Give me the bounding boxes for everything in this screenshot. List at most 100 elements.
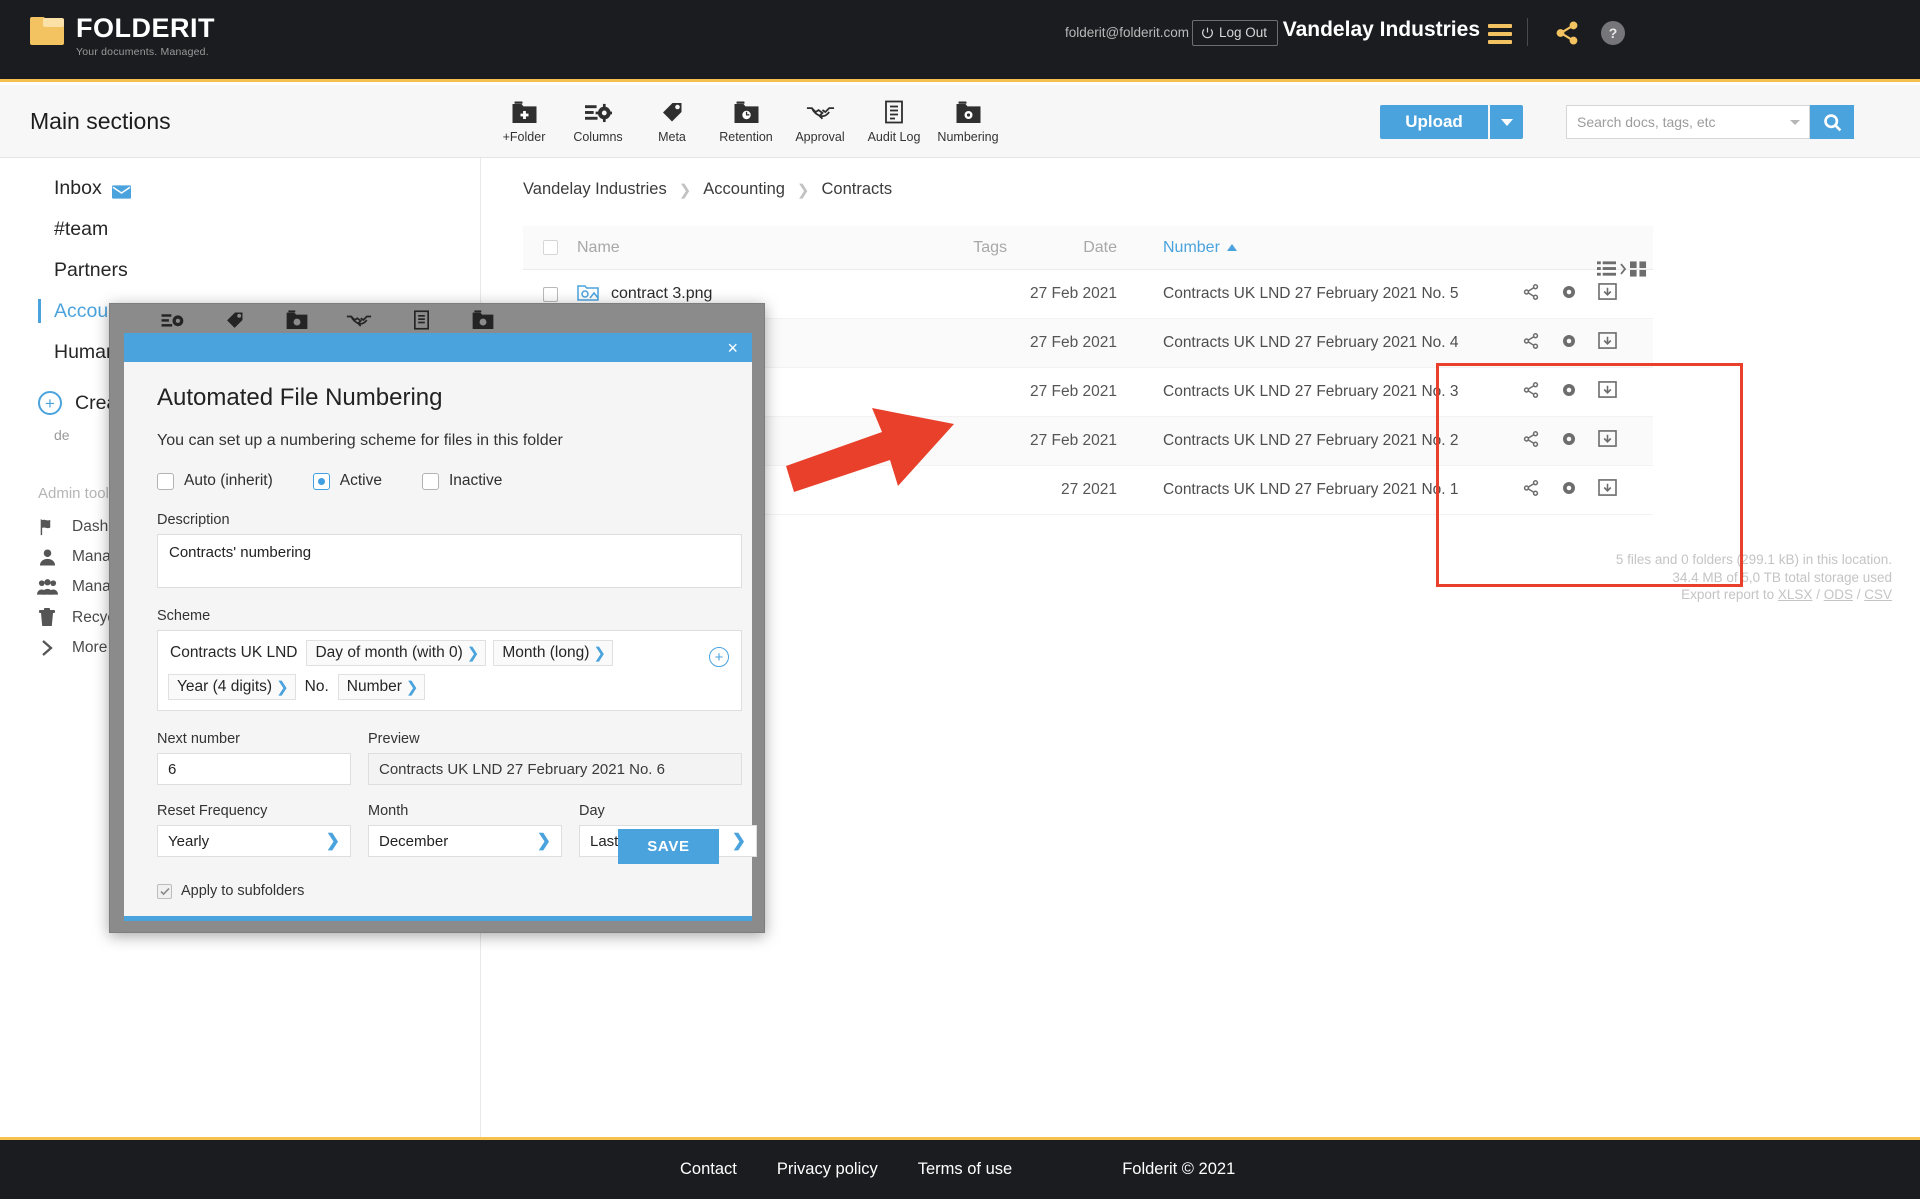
download-icon[interactable] — [1598, 380, 1617, 404]
column-header-name[interactable]: Name — [577, 239, 877, 257]
tool-label: Retention — [719, 130, 773, 144]
view-toggle[interactable] — [1597, 260, 1647, 277]
share-icon[interactable] — [1522, 283, 1540, 306]
users-icon — [36, 578, 58, 596]
gear-icon[interactable] — [1560, 430, 1578, 453]
next-number-input[interactable]: 6 — [157, 753, 351, 785]
breadcrumb-item-accounting[interactable]: Accounting — [703, 180, 785, 199]
save-button[interactable]: SAVE — [618, 829, 719, 864]
tool-folder-plus[interactable]: +Folder — [487, 93, 561, 144]
footer-link-terms[interactable]: Terms of use — [918, 1160, 1012, 1179]
share-icon[interactable] — [1522, 430, 1540, 453]
radio-auto-inherit[interactable]: Auto (inherit) — [157, 472, 273, 490]
download-icon[interactable] — [1598, 282, 1617, 306]
breadcrumb-item-org[interactable]: Vandelay Industries — [523, 180, 667, 199]
scheme-chip-day[interactable]: Day of month (with 0) ❯ — [306, 640, 487, 666]
share-icon[interactable] — [1522, 332, 1540, 355]
numbering-mode-radio-group: Auto (inherit) Active Inactive — [157, 472, 720, 490]
chevron-right-icon: ❯ — [466, 645, 480, 662]
share-icon[interactable] — [1522, 381, 1540, 404]
radio-label: Active — [339, 472, 382, 489]
radio-active[interactable]: Active — [312, 472, 382, 490]
modal-toolbar-peek — [124, 306, 752, 333]
select-all-checkbox[interactable] — [523, 240, 577, 255]
sidebar-item-partners[interactable]: Partners — [0, 250, 480, 291]
share-icon[interactable] — [1522, 479, 1540, 502]
download-icon[interactable] — [1598, 478, 1617, 502]
search-button[interactable] — [1810, 105, 1854, 139]
row-checkbox[interactable] — [523, 286, 577, 302]
reset-frequency-select[interactable]: Yearly ❯ — [157, 825, 351, 857]
upload-button[interactable]: Upload — [1380, 105, 1488, 139]
download-icon[interactable] — [1598, 331, 1617, 355]
description-textarea[interactable]: Contracts' numbering — [157, 534, 742, 588]
files-count-line: 5 files and 0 folders (299.1 kB) in this… — [1615, 552, 1892, 567]
tool-label: Approval — [795, 130, 845, 144]
download-icon[interactable] — [1598, 429, 1617, 453]
add-scheme-element-button[interactable]: + — [709, 647, 729, 667]
export-xlsx-link[interactable]: XLSX — [1778, 587, 1813, 602]
tool-numbering[interactable]: Numbering — [931, 93, 1005, 144]
user-icon — [36, 548, 58, 566]
share-icon[interactable] — [1554, 20, 1580, 51]
gear-icon[interactable] — [1560, 381, 1578, 404]
gear-icon[interactable] — [1560, 479, 1578, 502]
row-actions — [1427, 282, 1627, 306]
column-header-date[interactable]: Date — [1007, 239, 1127, 257]
modal-subheading: You can set up a numbering scheme for fi… — [157, 432, 563, 449]
month-select[interactable]: December ❯ — [368, 825, 562, 857]
logout-label: Log Out — [1218, 25, 1267, 40]
gear-icon[interactable] — [1560, 332, 1578, 355]
close-icon[interactable]: × — [727, 339, 738, 357]
document-list-icon — [390, 309, 452, 330]
sort-ascending-icon — [1226, 244, 1237, 251]
export-csv-link[interactable]: CSV — [1864, 587, 1892, 602]
next-number-preview-row: Next number 6 Preview Contracts UK LND 2… — [157, 731, 742, 785]
apply-subfolders-row[interactable]: Apply to subfolders — [157, 883, 720, 899]
radio-label: Inactive — [448, 472, 503, 489]
tool-retention[interactable]: Retention — [709, 93, 783, 144]
search-container — [1566, 105, 1810, 139]
export-ods-link[interactable]: ODS — [1824, 587, 1853, 602]
row-actions — [1427, 478, 1627, 502]
help-icon[interactable]: ? — [1601, 21, 1625, 45]
app-logo[interactable]: FOLDERIT Your documents. Managed. — [30, 13, 215, 58]
column-header-number-label: Number — [1163, 238, 1220, 256]
search-input[interactable] — [1577, 107, 1782, 137]
next-number-value: 6 — [168, 760, 177, 778]
footer-link-contact[interactable]: Contact — [680, 1160, 737, 1179]
tag-icon — [204, 310, 266, 330]
upload-dropdown-button[interactable] — [1490, 105, 1523, 139]
power-icon — [1201, 26, 1214, 39]
apply-subfolders-label: Apply to subfolders — [181, 883, 305, 899]
radio-box-icon — [157, 472, 174, 490]
column-header-tags[interactable]: Tags — [877, 239, 1007, 257]
row-date-cell: 27 Feb 2021 — [1029, 383, 1117, 400]
tool-meta[interactable]: Meta — [635, 93, 709, 144]
folder-clock-icon — [734, 97, 759, 127]
gear-icon[interactable] — [1560, 283, 1578, 306]
tool-label: Columns — [573, 130, 623, 144]
logout-button[interactable]: Log Out — [1191, 20, 1278, 46]
search-filter-chevron-icon[interactable] — [1790, 119, 1800, 125]
tool-columns[interactable]: Columns — [561, 93, 635, 144]
scheme-chip-month[interactable]: Month (long) ❯ — [493, 640, 613, 666]
scheme-chip-no-static[interactable]: No. — [303, 675, 331, 699]
org-menu-icon[interactable] — [1488, 24, 1512, 48]
breadcrumb-item-contracts[interactable]: Contracts — [822, 180, 893, 199]
breadcrumb-separator-icon: ❯ — [678, 181, 692, 199]
sidebar-item-inbox[interactable]: Inbox — [0, 168, 480, 209]
apply-subfolders-checkbox[interactable] — [157, 883, 172, 899]
tool-audit-log[interactable]: Audit Log — [857, 93, 931, 144]
chevron-right-icon — [36, 639, 58, 657]
tool-approval[interactable]: Approval — [783, 93, 857, 144]
radio-inactive[interactable]: Inactive — [421, 472, 503, 490]
scheme-chip-static[interactable]: Contracts UK LND — [168, 641, 299, 665]
scheme-chip-year[interactable]: Year (4 digits) ❯ — [168, 674, 296, 700]
column-header-number[interactable]: Number — [1127, 239, 1427, 257]
footer-link-privacy[interactable]: Privacy policy — [777, 1160, 878, 1179]
scheme-chip-number[interactable]: Number ❯ — [337, 674, 426, 700]
description-label: Description — [157, 512, 230, 528]
organization-name[interactable]: Vandelay Industries — [1283, 18, 1480, 42]
sidebar-item-team[interactable]: #team — [0, 209, 480, 250]
